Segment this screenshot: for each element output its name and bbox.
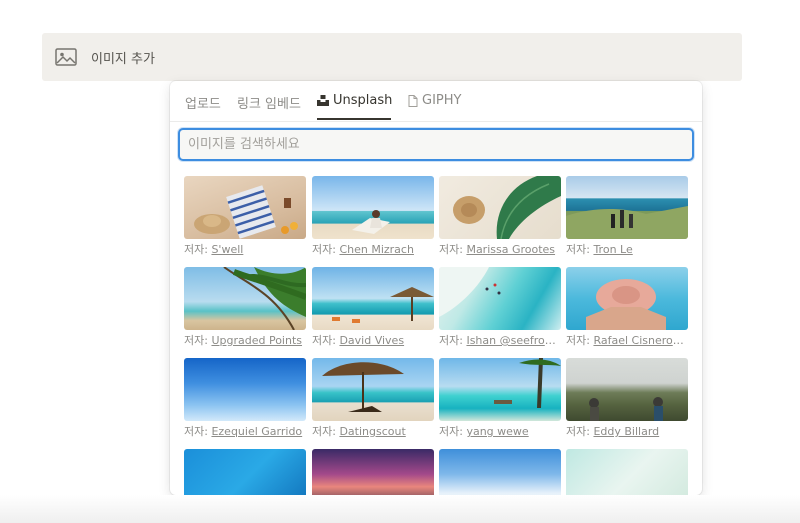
credit-prefix: 저자: bbox=[184, 334, 212, 347]
image-icon bbox=[55, 48, 77, 66]
credit-prefix: 저자: bbox=[566, 334, 594, 347]
credit-prefix: 저자: bbox=[439, 243, 467, 256]
image-thumbnail[interactable] bbox=[184, 449, 306, 495]
image-credit: 저자: Ishan @seefromthesky bbox=[439, 332, 561, 348]
tab-embed-link-label: 링크 임베드 bbox=[237, 97, 301, 112]
search-input[interactable] bbox=[180, 130, 692, 159]
image-credit: 저자: Ezequiel Garrido bbox=[184, 423, 306, 439]
image-result[interactable]: 저자: Upgraded Points bbox=[184, 267, 306, 358]
credit-prefix: 저자: bbox=[566, 243, 594, 256]
credit-prefix: 저자: bbox=[312, 243, 340, 256]
image-result[interactable]: 저자: Marissa Grootes bbox=[439, 176, 561, 267]
credit-prefix: 저자: bbox=[439, 334, 467, 347]
image-thumbnail[interactable] bbox=[184, 358, 306, 421]
bottom-shadow bbox=[0, 495, 800, 523]
image-thumbnail[interactable] bbox=[439, 358, 561, 421]
image-credit: 저자: Rafael Cisneros Méndez bbox=[566, 332, 688, 348]
page: 이미지 추가 업로드 링크 임베드 Unsplash GIPHY 이미지를 검색… bbox=[0, 0, 800, 523]
file-icon bbox=[408, 94, 418, 107]
image-credit: 저자: yang wewe bbox=[439, 423, 561, 439]
image-result[interactable] bbox=[184, 449, 306, 495]
image-result[interactable]: 저자: Ishan @seefromthesky bbox=[439, 267, 561, 358]
image-thumbnail[interactable] bbox=[184, 176, 306, 239]
author-link[interactable]: Ishan @seefromthesky bbox=[466, 334, 561, 347]
image-result[interactable]: 저자: David Vives bbox=[312, 267, 434, 358]
image-credit: 저자: Chen Mizrach bbox=[312, 241, 434, 257]
tab-upload[interactable]: 업로드 bbox=[185, 93, 221, 112]
image-thumbnail[interactable] bbox=[312, 358, 434, 421]
tab-embed-link[interactable]: 링크 임베드 bbox=[237, 93, 301, 112]
tab-giphy-label: GIPHY bbox=[422, 93, 462, 108]
author-link[interactable]: Marissa Grootes bbox=[466, 243, 555, 256]
image-result[interactable]: 저자: yang wewe bbox=[439, 358, 561, 449]
image-result[interactable]: 저자: Rafael Cisneros Méndez bbox=[566, 267, 688, 358]
image-thumbnail[interactable] bbox=[566, 358, 688, 421]
image-credit: 저자: Upgraded Points bbox=[184, 332, 306, 348]
credit-prefix: 저자: bbox=[312, 425, 340, 438]
image-result[interactable]: 저자: S'well bbox=[184, 176, 306, 267]
search-field[interactable] bbox=[178, 128, 694, 161]
add-image-label: 이미지 추가 bbox=[91, 51, 155, 67]
author-link[interactable]: Rafael Cisneros Méndez bbox=[593, 334, 688, 347]
image-thumbnail[interactable] bbox=[312, 176, 434, 239]
image-result[interactable]: 저자: Chen Mizrach bbox=[312, 176, 434, 267]
image-thumbnail[interactable] bbox=[439, 267, 561, 330]
author-link[interactable]: Ezequiel Garrido bbox=[211, 425, 302, 438]
image-credit: 저자: Datingscout bbox=[312, 423, 434, 439]
image-credit: 저자: David Vives bbox=[312, 332, 434, 348]
image-thumbnail[interactable] bbox=[566, 267, 688, 330]
image-result[interactable] bbox=[566, 449, 688, 495]
author-link[interactable]: S'well bbox=[211, 243, 243, 256]
tab-giphy[interactable]: GIPHY bbox=[408, 93, 461, 108]
add-image-button[interactable]: 이미지 추가 bbox=[42, 33, 742, 81]
author-link[interactable]: Eddy Billard bbox=[593, 425, 659, 438]
image-thumbnail[interactable] bbox=[184, 267, 306, 330]
image-thumbnail[interactable] bbox=[312, 267, 434, 330]
image-result[interactable]: 저자: Eddy Billard bbox=[566, 358, 688, 449]
unsplash-icon bbox=[317, 95, 329, 106]
author-link[interactable]: Chen Mizrach bbox=[339, 243, 414, 256]
author-link[interactable]: Upgraded Points bbox=[211, 334, 302, 347]
active-tab-indicator bbox=[317, 118, 391, 120]
image-result[interactable] bbox=[312, 449, 434, 495]
credit-prefix: 저자: bbox=[566, 425, 594, 438]
image-thumbnail[interactable] bbox=[566, 449, 688, 495]
image-result[interactable] bbox=[439, 449, 561, 495]
credit-prefix: 저자: bbox=[312, 334, 340, 347]
tab-unsplash[interactable]: Unsplash bbox=[317, 93, 392, 108]
credit-prefix: 저자: bbox=[184, 425, 212, 438]
image-result[interactable]: 저자: Datingscout bbox=[312, 358, 434, 449]
tab-bar: 업로드 링크 임베드 Unsplash GIPHY bbox=[170, 81, 702, 122]
credit-prefix: 저자: bbox=[184, 243, 212, 256]
credit-prefix: 저자: bbox=[439, 425, 467, 438]
image-thumbnail[interactable] bbox=[439, 449, 561, 495]
tab-upload-label: 업로드 bbox=[185, 97, 221, 112]
tab-unsplash-label: Unsplash bbox=[333, 93, 393, 108]
image-credit: 저자: Marissa Grootes bbox=[439, 241, 561, 257]
image-thumbnail[interactable] bbox=[566, 176, 688, 239]
image-credit: 저자: Tron Le bbox=[566, 241, 688, 257]
author-link[interactable]: yang wewe bbox=[466, 425, 528, 438]
image-thumbnail[interactable] bbox=[312, 449, 434, 495]
image-result[interactable]: 저자: Tron Le bbox=[566, 176, 688, 267]
image-thumbnail[interactable] bbox=[439, 176, 561, 239]
author-link[interactable]: David Vives bbox=[339, 334, 404, 347]
author-link[interactable]: Tron Le bbox=[593, 243, 632, 256]
image-result[interactable]: 저자: Ezequiel Garrido bbox=[184, 358, 306, 449]
author-link[interactable]: Datingscout bbox=[339, 425, 405, 438]
image-credit: 저자: Eddy Billard bbox=[566, 423, 688, 439]
image-picker-popup: 업로드 링크 임베드 Unsplash GIPHY 이미지를 검색하세요 저자:… bbox=[170, 81, 702, 495]
image-credit: 저자: S'well bbox=[184, 241, 306, 257]
